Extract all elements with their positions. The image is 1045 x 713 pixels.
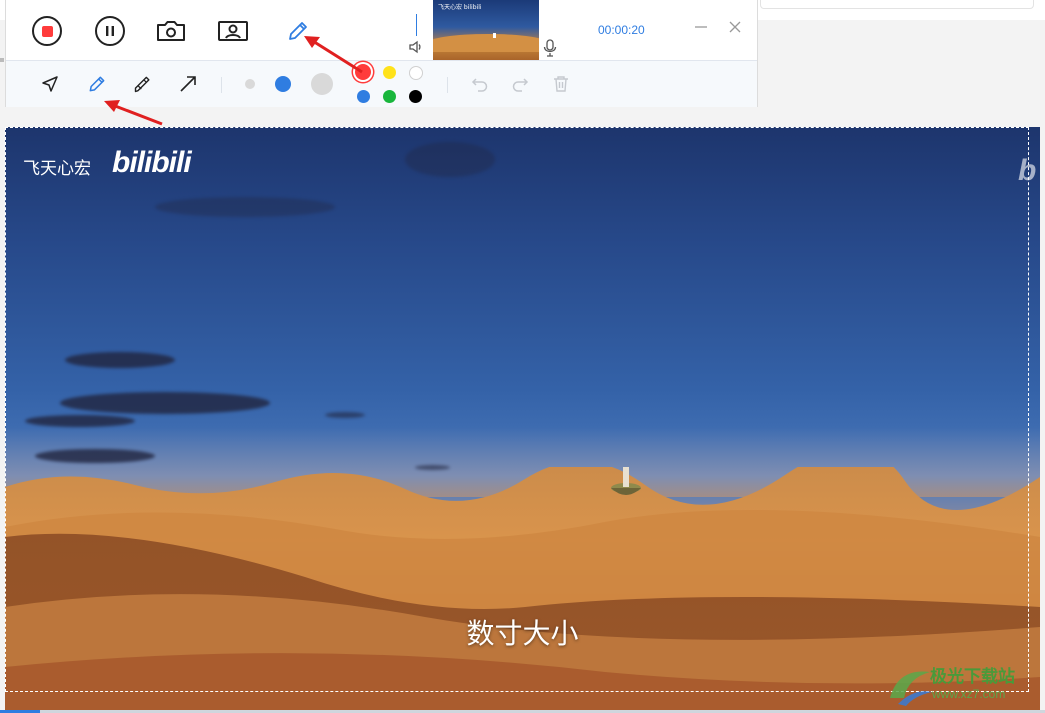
video-subtitle: 数寸大小 <box>466 617 579 650</box>
microphone-icon <box>543 39 557 57</box>
camera-icon <box>155 19 187 43</box>
recorder-toolbar: 飞天心宏 bilibili 00:00:20 <box>5 0 758 107</box>
recording-preview[interactable]: 飞天心宏 bilibili <box>433 0 539 60</box>
redo-button[interactable] <box>509 73 531 95</box>
brush-size-large[interactable] <box>311 73 333 95</box>
clear-button[interactable] <box>550 73 572 95</box>
arrow-tool-button[interactable] <box>177 73 199 95</box>
cloud <box>35 449 155 463</box>
bilibili-logo-edge: b <box>1018 154 1037 187</box>
microphone-button[interactable] <box>542 39 558 57</box>
color-swatch-yellow[interactable] <box>383 66 396 79</box>
speaker-icon <box>408 39 424 55</box>
color-swatch-blue[interactable] <box>357 90 370 103</box>
preview-watermark: 飞天心宏 bilibili <box>438 4 482 11</box>
select-tool-button[interactable] <box>39 73 61 95</box>
bilibili-logo: bilibili <box>112 146 192 179</box>
cloud <box>325 412 365 418</box>
speaker-button[interactable] <box>408 39 424 55</box>
color-swatch-black[interactable] <box>409 90 422 103</box>
close-button[interactable] <box>726 18 744 36</box>
close-icon <box>728 20 742 34</box>
pause-icon <box>95 16 125 46</box>
line-arrow-icon <box>179 75 197 93</box>
volume-level-indicator <box>416 14 417 36</box>
select-arrow-icon <box>41 75 59 93</box>
cloud <box>60 392 270 414</box>
webcam-button[interactable] <box>216 15 250 47</box>
pause-button[interactable] <box>94 15 126 47</box>
preview-figure <box>493 33 496 38</box>
pen-icon <box>286 19 310 43</box>
stop-record-button[interactable] <box>31 15 63 47</box>
undo-icon <box>471 75 489 93</box>
undo-button[interactable] <box>469 73 491 95</box>
draw-toolbar <box>6 60 757 107</box>
color-swatch-green[interactable] <box>383 90 396 103</box>
cloud <box>155 197 335 217</box>
color-swatch-white[interactable] <box>409 66 423 80</box>
pen-icon <box>87 74 107 94</box>
stop-record-icon <box>32 16 62 46</box>
minimize-button[interactable] <box>692 18 710 36</box>
cloud <box>65 352 175 368</box>
cloud <box>405 142 495 177</box>
recorder-top-bar: 飞天心宏 bilibili 00:00:20 <box>6 0 757 60</box>
delete-icon <box>552 75 570 93</box>
site-url: www.xz7.com <box>932 687 1006 701</box>
color-swatch-red[interactable] <box>355 64 371 80</box>
brush-size-medium[interactable] <box>275 76 291 92</box>
cloud <box>25 415 135 427</box>
separator <box>447 77 448 93</box>
webcam-icon <box>217 20 249 42</box>
background-mark <box>0 58 4 62</box>
video-watermark-text: 飞天心宏 <box>23 159 91 179</box>
highlighter-tool-button[interactable] <box>132 73 154 95</box>
redo-icon <box>511 75 529 93</box>
background-address-field <box>760 0 1034 9</box>
pen-tool-button[interactable] <box>86 73 108 95</box>
recording-timer: 00:00:20 <box>598 23 645 37</box>
highlighter-icon <box>133 74 153 94</box>
draw-toggle-button[interactable] <box>283 15 313 47</box>
separator <box>221 77 222 93</box>
preview-dune <box>433 34 539 52</box>
site-name: 极光下载站 <box>930 667 1015 687</box>
brush-size-small[interactable] <box>245 79 255 89</box>
screenshot-button[interactable] <box>154 15 188 47</box>
minimize-icon <box>694 20 708 34</box>
